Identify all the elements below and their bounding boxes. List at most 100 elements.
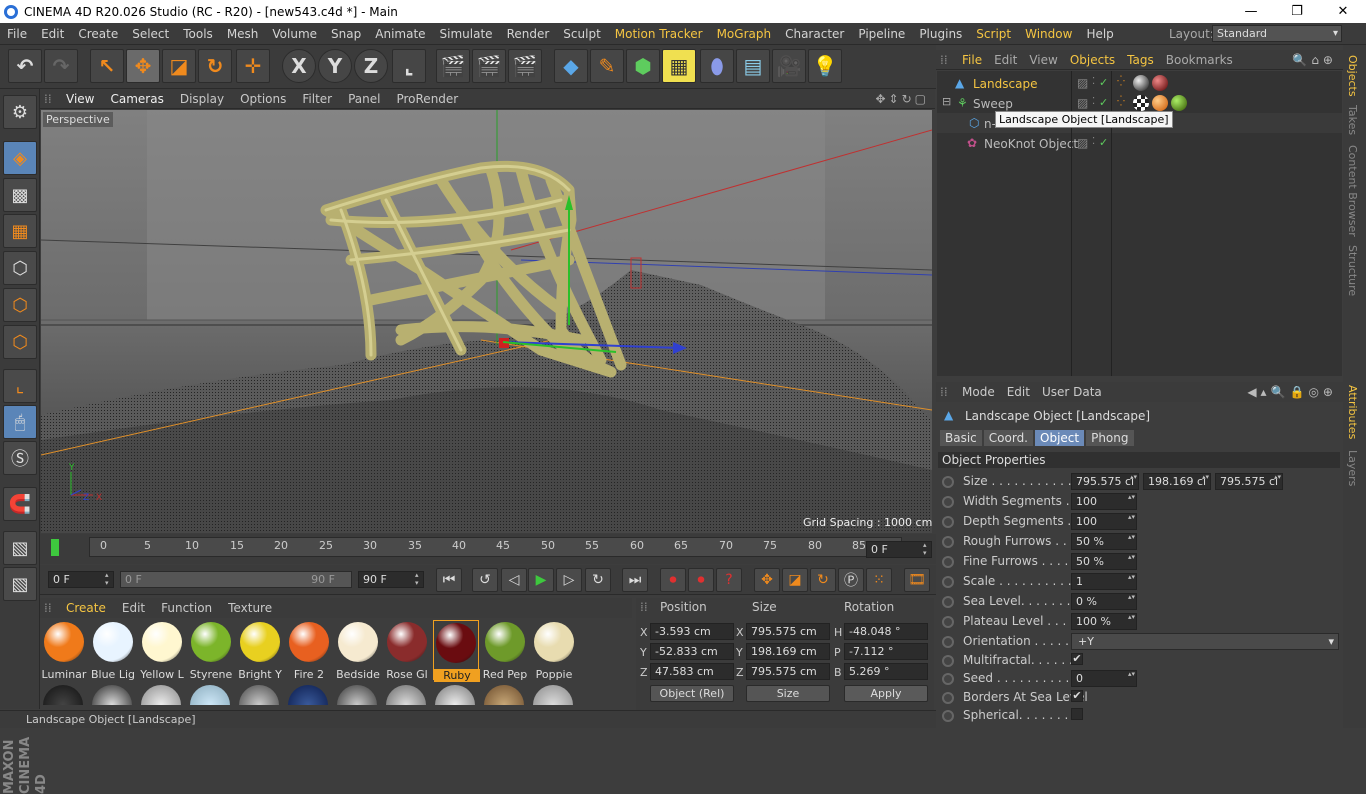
material-thumb[interactable] — [239, 685, 279, 705]
light-icon[interactable]: 💡 — [808, 49, 842, 83]
om-menu-objects[interactable]: Objects — [1064, 53, 1121, 67]
viewport-menu-cameras[interactable]: Cameras — [102, 92, 171, 106]
coord-mode-dropdown[interactable]: Object (Rel) — [650, 685, 734, 702]
material-tag-icon[interactable] — [1152, 95, 1168, 111]
key-rotation-icon[interactable]: ↻ — [810, 568, 836, 592]
enabled-check-icon[interactable]: ✓ — [1099, 136, 1108, 149]
move-icon[interactable]: ✥ — [126, 49, 160, 83]
menu-snap[interactable]: Snap — [324, 27, 368, 41]
collapse-toggle-icon[interactable]: ⊟ — [942, 95, 951, 108]
material-swatch[interactable]: Blue Lig — [90, 620, 136, 681]
material-tag-icon[interactable] — [1152, 75, 1168, 91]
material-swatch[interactable]: Bedside — [335, 620, 381, 681]
menu-script[interactable]: Script — [969, 27, 1018, 41]
prop-value-input[interactable]: 50 % — [1071, 553, 1137, 570]
next-frame-icon[interactable]: ▷ — [556, 568, 582, 592]
menu-help[interactable]: Help — [1079, 27, 1120, 41]
visibility-toggle-icon[interactable]: ▨ — [1077, 96, 1088, 110]
render-settings-icon[interactable]: 🎬 — [508, 49, 542, 83]
timeline-window-icon[interactable]: 🎞 — [904, 568, 930, 592]
render-toggle-icon[interactable]: ⁚ — [1092, 76, 1095, 87]
material-menu-texture[interactable]: Texture — [220, 601, 280, 615]
snap-icon[interactable]: 🧲 — [3, 487, 37, 521]
prev-key-icon[interactable]: ↺ — [472, 568, 498, 592]
am-menu-user-data[interactable]: User Data — [1036, 385, 1108, 399]
rot-b-field[interactable]: 5.269 ° — [844, 663, 928, 680]
frame-range-slider[interactable]: 0 F 90 F — [120, 571, 352, 588]
animate-dot-icon[interactable] — [942, 673, 954, 685]
prop-value-input[interactable]: 0 % — [1071, 593, 1137, 610]
animate-dot-icon[interactable] — [942, 616, 954, 628]
am-menu-mode[interactable]: Mode — [956, 385, 1001, 399]
y-axis-lock-button[interactable]: Y — [318, 49, 352, 83]
size-z-field[interactable]: 795.575 cm — [746, 663, 830, 680]
animate-dot-icon[interactable] — [942, 655, 954, 667]
viewport-3d[interactable]: Y X Z — [41, 110, 932, 533]
menu-simulate[interactable]: Simulate — [433, 27, 500, 41]
object-row-landscape[interactable]: ▲ Landscape ▨ ⁚ ✓ ⁛ — [937, 73, 1342, 93]
material-swatch[interactable]: Ruby — [433, 620, 480, 682]
visibility-toggle-icon[interactable]: ▨ — [1077, 136, 1088, 150]
spherical-checkbox[interactable] — [1071, 708, 1083, 720]
viewport-menu-display[interactable]: Display — [172, 92, 232, 106]
redo-icon[interactable]: ↷ — [44, 49, 78, 83]
animate-dot-icon[interactable] — [942, 710, 954, 722]
model-mode-icon[interactable]: ◈ — [3, 141, 37, 175]
apply-button[interactable]: Apply — [844, 685, 928, 702]
om-search-home-icons[interactable]: 🔍⌂⊕ — [1292, 53, 1343, 67]
material-thumb[interactable] — [43, 685, 83, 705]
animate-dot-icon[interactable] — [942, 536, 954, 548]
menu-pipeline[interactable]: Pipeline — [851, 27, 912, 41]
keyframe-selection-icon[interactable]: ? — [716, 568, 742, 592]
material-menu-edit[interactable]: Edit — [114, 601, 153, 615]
key-parameter-icon[interactable]: Ⓟ — [838, 568, 864, 592]
tab-takes-vertical[interactable]: Takes — [1346, 105, 1359, 135]
menu-edit[interactable]: Edit — [34, 27, 71, 41]
material-swatch[interactable]: Rose Gl — [384, 620, 430, 681]
material-thumb[interactable] — [435, 685, 475, 705]
z-axis-lock-button[interactable]: Z — [354, 49, 388, 83]
edges-mode-icon[interactable]: ⬡ — [3, 288, 37, 322]
size-y-input[interactable]: 198.169 ci — [1143, 473, 1211, 490]
current-frame-field[interactable]: 0 F — [866, 541, 932, 558]
material-swatch[interactable]: Poppie — [531, 620, 577, 681]
subdivision-icon[interactable]: ⬢ — [626, 49, 660, 83]
material-menu-create[interactable]: Create — [58, 601, 114, 615]
animate-dot-icon[interactable] — [942, 476, 954, 488]
material-swatch[interactable]: Fire 2 — [286, 620, 332, 681]
viewport-menu-filter[interactable]: Filter — [294, 92, 340, 106]
visibility-toggle-icon[interactable]: ▨ — [1077, 76, 1088, 90]
object-name-landscape[interactable]: Landscape — [973, 77, 1037, 91]
viewport-menu-options[interactable]: Options — [232, 92, 294, 106]
menu-volume[interactable]: Volume — [265, 27, 324, 41]
tab-objects-vertical[interactable]: Objects — [1346, 55, 1359, 97]
tab-object[interactable]: Object — [1035, 430, 1085, 446]
cloner-icon[interactable]: ▦ — [662, 49, 696, 83]
points-mode-icon[interactable]: ⬡ — [3, 251, 37, 285]
tab-attributes-vertical[interactable]: Attributes — [1346, 385, 1359, 439]
tab-phong[interactable]: Phong — [1086, 430, 1134, 446]
autokey-icon[interactable]: ⏺ — [688, 568, 714, 592]
tweak-mode-icon[interactable]: 🖱 — [3, 405, 37, 439]
rot-h-field[interactable]: -48.048 ° — [844, 623, 928, 640]
material-thumb[interactable] — [92, 685, 132, 705]
multifractal-checkbox[interactable]: ✔ — [1071, 653, 1083, 665]
cube-icon[interactable]: ◆ — [554, 49, 588, 83]
animate-dot-icon[interactable] — [942, 692, 954, 704]
menu-plugins[interactable]: Plugins — [912, 27, 969, 41]
material-tag-icon[interactable] — [1171, 95, 1187, 111]
x-axis-lock-button[interactable]: X — [282, 49, 316, 83]
timeline-playhead[interactable] — [51, 539, 59, 556]
phong-tag-icon[interactable]: ⁛ — [1117, 76, 1125, 87]
grid-icon[interactable]: ▧ — [3, 567, 37, 601]
key-scale-icon[interactable]: ◪ — [782, 568, 808, 592]
size-x-field[interactable]: 795.575 cm — [746, 623, 830, 640]
animate-dot-icon[interactable] — [942, 496, 954, 508]
tab-layers-vertical[interactable]: Layers — [1346, 450, 1359, 486]
close-button[interactable]: ✕ — [1320, 0, 1366, 23]
enable-axis-icon[interactable]: ⌞ — [3, 369, 37, 403]
animate-dot-icon[interactable] — [942, 576, 954, 588]
coordinate-system-icon[interactable]: ⌞ — [392, 49, 426, 83]
next-key-icon[interactable]: ↻ — [585, 568, 611, 592]
prop-value-input[interactable]: 1 — [1071, 573, 1137, 590]
